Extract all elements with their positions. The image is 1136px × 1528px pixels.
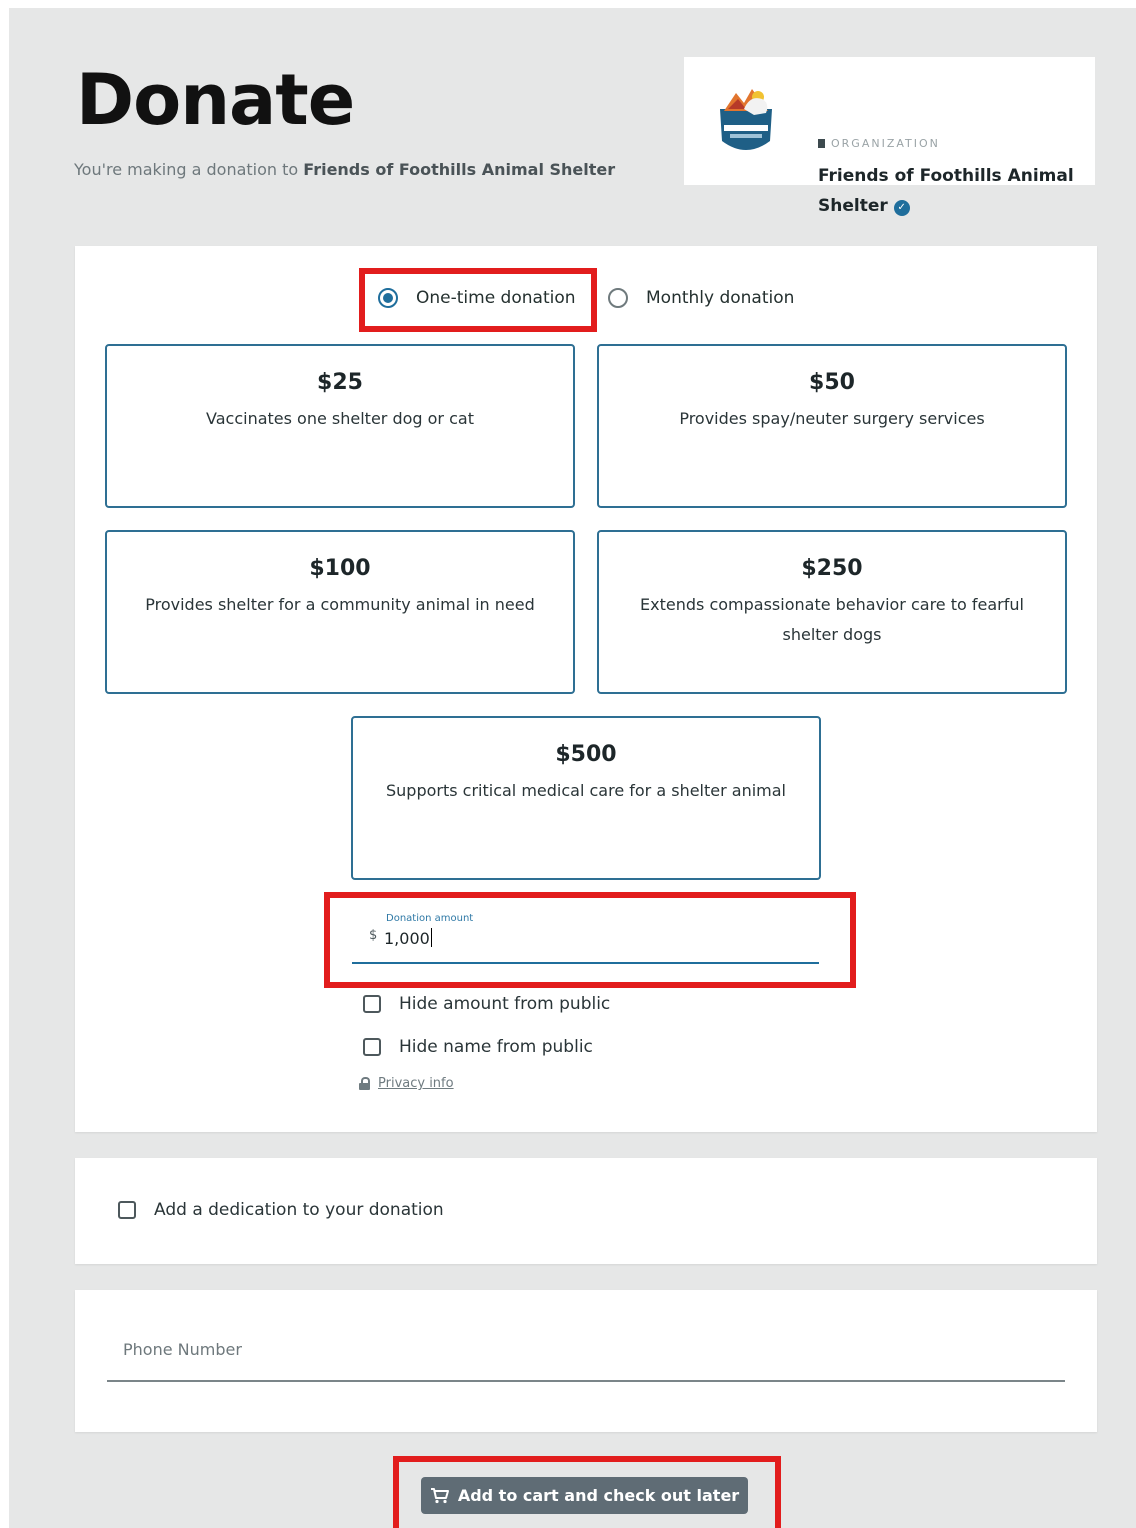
text-caret	[430, 928, 432, 947]
tile-description: Supports critical medical care for a she…	[385, 781, 786, 800]
donation-amount-label: Donation amount	[386, 913, 474, 924]
amount-tile-50[interactable]: $50 Provides spay/neuter surgery service…	[597, 344, 1067, 508]
radio-checked-icon	[378, 288, 398, 308]
tile-description: Provides spay/neuter surgery services	[679, 409, 985, 428]
privacy-info[interactable]: Privacy info	[359, 1076, 454, 1091]
amount-tile-500[interactable]: $500 Supports critical medical care for …	[351, 716, 821, 880]
privacy-info-link[interactable]: Privacy info	[378, 1076, 454, 1091]
radio-unchecked-icon	[608, 288, 628, 308]
bookmark-icon	[818, 139, 825, 148]
hide-amount-label: Hide amount from public	[399, 994, 611, 1014]
checkbox-icon	[363, 995, 381, 1013]
subtitle-org-name: Friends of Foothills Animal Shelter	[303, 160, 616, 179]
phone-number-placeholder: Phone Number	[123, 1340, 242, 1359]
hide-name-label: Hide name from public	[399, 1037, 593, 1057]
donation-amount-field[interactable]: Donation amount $ 1,000	[352, 908, 819, 964]
checkbox-icon	[363, 1038, 381, 1056]
organization-tag: ORGANIZATION	[818, 137, 940, 150]
subtitle-prefix: You're making a donation to	[74, 160, 304, 179]
add-to-cart-button[interactable]: Add to cart and check out later	[421, 1477, 748, 1514]
donation-amount-value: 1,000	[384, 929, 430, 948]
add-to-cart-label: Add to cart and check out later	[457, 1486, 740, 1505]
organization-tag-label: ORGANIZATION	[831, 137, 940, 150]
donation-amount-input[interactable]: 1,000	[384, 928, 432, 948]
dedication-label: Add a dedication to your donation	[154, 1200, 444, 1220]
cart-icon	[430, 1488, 449, 1504]
tile-description: Extends compassionate behavior care to f…	[640, 595, 1024, 644]
radio-one-time-label: One-time donation	[416, 288, 576, 308]
checkbox-icon	[118, 1201, 136, 1219]
verified-badge-icon: ✓	[893, 200, 910, 216]
hide-name-checkbox[interactable]: Hide name from public	[363, 1037, 593, 1057]
currency-prefix: $	[369, 928, 378, 943]
page-subtitle: You're making a donation to Friends of F…	[74, 160, 615, 179]
tile-description: Vaccinates one shelter dog or cat	[206, 409, 474, 428]
radio-one-time-donation[interactable]: One-time donation	[378, 288, 576, 308]
tile-amount: $250	[801, 556, 863, 581]
tile-amount: $25	[317, 370, 363, 395]
page-title: Donate	[76, 59, 355, 141]
phone-number-input[interactable]: Phone Number	[107, 1320, 1065, 1382]
organization-name-text: Friends of Foothills Animal Shelter	[818, 166, 1074, 216]
organization-card[interactable]: ORGANIZATION Friends of Foothills Animal…	[684, 57, 1095, 216]
hide-amount-checkbox[interactable]: Hide amount from public	[363, 994, 610, 1014]
tile-amount: $500	[555, 742, 617, 767]
dedication-checkbox[interactable]: Add a dedication to your donation	[118, 1200, 444, 1220]
amount-tile-25[interactable]: $25 Vaccinates one shelter dog or cat	[105, 344, 575, 508]
tile-amount: $50	[809, 370, 855, 395]
amount-tile-250[interactable]: $250 Extends compassionate behavior care…	[597, 530, 1067, 694]
organization-logo	[720, 89, 772, 150]
lock-icon	[359, 1077, 370, 1090]
tile-description: Provides shelter for a community animal …	[145, 595, 535, 614]
radio-monthly-donation[interactable]: Monthly donation	[608, 288, 794, 308]
tile-amount: $100	[309, 556, 371, 581]
organization-name[interactable]: Friends of Foothills Animal Shelter ✓	[818, 161, 1088, 221]
radio-monthly-label: Monthly donation	[646, 288, 795, 308]
amount-tile-100[interactable]: $100 Provides shelter for a community an…	[105, 530, 575, 694]
